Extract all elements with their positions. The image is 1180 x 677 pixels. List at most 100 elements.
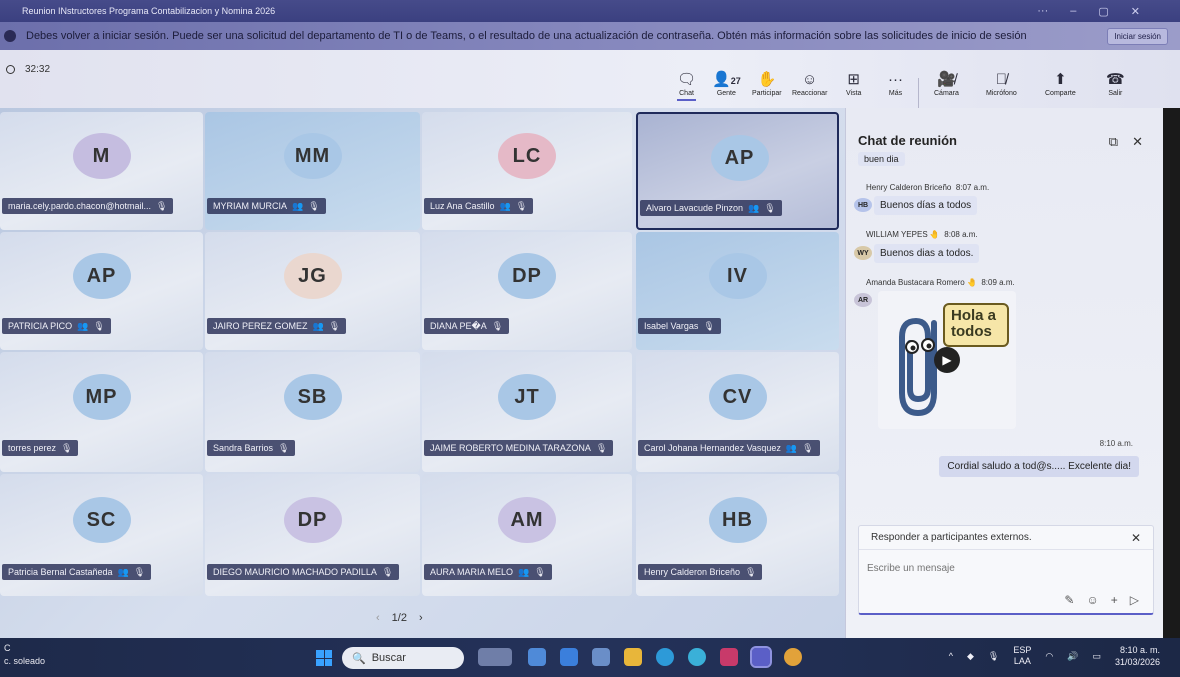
participant-name: PATRICIA PICO 👥 🎙 — [2, 318, 111, 334]
battery-icon[interactable]: ▭ — [1092, 651, 1101, 662]
file-explorer-icon[interactable] — [624, 648, 642, 666]
close-notice-icon[interactable]: ✕ — [1131, 531, 1141, 545]
avatar: WY — [854, 246, 872, 260]
avatar: M — [72, 133, 131, 179]
mic-off-icon[interactable]: 🎙 — [988, 651, 999, 662]
mic-off-icon: 🎙 — [745, 566, 757, 577]
store-icon[interactable] — [720, 648, 738, 666]
chrome-icon[interactable] — [688, 648, 706, 666]
participant-tile[interactable]: AP Alvaro Lavacude Pinzon 👥 🎙 — [636, 112, 839, 230]
volume-icon[interactable]: 🔊 — [1067, 651, 1078, 662]
app-icon[interactable] — [592, 648, 610, 666]
compose-box: Responder a participantes externos. ✕ ✎ … — [858, 525, 1154, 615]
sign-in-button[interactable]: Iniciar sesión — [1107, 27, 1168, 45]
participant-tile[interactable]: Mmaria.cely.pardo.chacon@hotmail... 🎙 — [0, 112, 203, 230]
share-button[interactable]: ⬆ Comparte — [1045, 72, 1076, 98]
participant-tile[interactable]: DP DIEGO MAURICIO MACHADO PADILLA 🎙 — [205, 474, 420, 596]
taskbar-search[interactable]: 🔍 Buscar — [342, 647, 464, 669]
app-icon[interactable] — [560, 648, 578, 666]
participant-tile[interactable]: LC Luz Ana Castillo 👥 🎙 — [422, 112, 632, 230]
system-tray: ^ ◆ 🎙 ESP LAA ◠ 🔊 ▭ 8:10 a. m. 31/03/202… — [949, 644, 1160, 668]
participant-tile[interactable]: DP DIANA PE�A 🎙 — [422, 232, 632, 350]
mic-off-icon: 🎙 — [534, 566, 546, 577]
camera-button[interactable]: 🎥̸ Cámara — [934, 72, 959, 98]
avatar: AM — [498, 497, 556, 543]
chat-panel: Chat de reunión ⧉ ✕ buen dia Henry Calde… — [845, 108, 1163, 638]
close-chat-icon[interactable]: ✕ — [1132, 134, 1143, 150]
maximize-icon[interactable]: ▢ — [1098, 5, 1108, 18]
meeting-toolbar: 32:32 🗨 Chat 👤27 Gente ✋ Participar ☺ Re… — [0, 50, 1180, 116]
participant-tile[interactable]: CV Carol Johana Hernandez Vasquez 👥 🎙 — [636, 352, 839, 472]
chevron-up-icon[interactable]: ^ — [949, 651, 953, 661]
grid-icon: ⊞ — [847, 71, 860, 88]
more-button[interactable]: ··· Más — [888, 72, 903, 98]
mic-off-icon: 🎙 — [328, 320, 341, 331]
prev-page-button[interactable]: ‹ — [376, 612, 380, 624]
chat-button[interactable]: 🗨 Chat — [677, 71, 697, 101]
format-icon[interactable]: ✎ — [1064, 593, 1074, 607]
taskview-icon[interactable] — [528, 648, 546, 666]
timer-icon — [6, 65, 15, 74]
raise-hand-button[interactable]: ✋ Participar — [752, 71, 782, 98]
more-options-icon[interactable]: ··· — [1037, 5, 1048, 18]
phone-icon: ☎ — [1106, 71, 1125, 88]
message-input[interactable] — [867, 560, 1137, 576]
participant-name: DIANA PE�A 🎙 — [424, 318, 510, 334]
gif-message[interactable]: Hola a todos ▶ — [878, 291, 1016, 429]
leave-button[interactable]: ☎ Salir — [1106, 71, 1125, 98]
hand-raised-icon: 👥 — [499, 200, 511, 211]
participant-tile[interactable]: SC Patricia Bernal Castañeda 👥 🎙 — [0, 474, 203, 596]
next-page-button[interactable]: › — [419, 612, 423, 624]
avatar: AP — [72, 253, 131, 299]
participant-tile[interactable]: MP torres perez 🎙 — [0, 352, 203, 472]
banner-message: Debes volver a iniciar sesión. Puede ser… — [26, 30, 1027, 42]
participant-tile[interactable]: AP PATRICIA PICO 👥 🎙 — [0, 232, 203, 350]
mic-off-icon: 🎙 — [802, 442, 814, 453]
avatar: DP — [498, 253, 556, 299]
clock[interactable]: 8:10 a. m. 31/03/2026 — [1115, 644, 1160, 668]
start-button[interactable] — [316, 650, 332, 666]
minimize-icon[interactable]: – — [1070, 5, 1076, 18]
smile-icon: ☺ — [802, 71, 818, 88]
widget-app-icon[interactable] — [478, 648, 512, 666]
mic-off-icon: 🎙 — [764, 202, 776, 213]
react-button[interactable]: ☺ Reaccionar — [792, 71, 827, 98]
mic-off-icon: 🎙 — [278, 442, 290, 453]
mic-off-icon: 🎙 — [133, 566, 146, 577]
close-icon[interactable]: ✕ — [1131, 5, 1140, 18]
language-indicator[interactable]: ESP LAA — [1013, 645, 1031, 667]
play-icon[interactable]: ▶ — [934, 347, 960, 373]
edge-icon[interactable] — [656, 648, 674, 666]
own-message-time: 8:10 a.m. — [1099, 439, 1133, 448]
hand-icon: ✋ — [757, 71, 777, 88]
participant-tile[interactable]: HB Henry Calderon Briceño 🎙 — [636, 474, 839, 596]
app-icon[interactable] — [784, 648, 802, 666]
avatar: AR — [854, 293, 872, 307]
message-sender: Amanda Bustacara Romero 🤚 8:09 a.m. — [866, 278, 1015, 287]
mic-button[interactable]: 🎙̸ Micrófono — [986, 72, 1017, 98]
popout-icon[interactable]: ⧉ — [1109, 134, 1118, 150]
teams-icon[interactable] — [750, 646, 772, 668]
people-button[interactable]: 👤27 Gente — [712, 71, 741, 98]
send-icon[interactable]: ▷ — [1130, 593, 1139, 607]
hand-raised-icon: 👥 — [785, 442, 798, 453]
network-icon[interactable]: ◆ — [967, 651, 974, 662]
participant-tile[interactable]: JG JAIRO PEREZ GOMEZ 👥 🎙 — [205, 232, 420, 350]
people-icon: 👤27 — [712, 71, 741, 88]
chat-title: Chat de reunión — [858, 133, 957, 148]
emoji-icon[interactable]: ☺ — [1086, 593, 1098, 607]
view-button[interactable]: ⊞ Vista — [846, 71, 861, 98]
participant-tile[interactable]: IV Isabel Vargas 🎙 — [636, 232, 839, 350]
participant-tile[interactable]: MM MYRIAM MURCIA 👥 🎙 — [205, 112, 420, 230]
weather-widget[interactable]: C c. soleado — [4, 642, 45, 668]
participant-tile[interactable]: SB Sandra Barrios 🎙 — [205, 352, 420, 472]
participant-tile[interactable]: AM AURA MARIA MELO 👥 🎙 — [422, 474, 632, 596]
own-message: Cordial saludo a tod@s..... Excelente di… — [939, 456, 1139, 477]
avatar: MP — [72, 374, 131, 420]
add-icon[interactable]: + — [1111, 593, 1118, 607]
chat-icon: 🗨 — [677, 71, 697, 88]
participant-tile[interactable]: JT JAIME ROBERTO MEDINA TARAZONA 🎙 — [422, 352, 632, 472]
wifi-icon[interactable]: ◠ — [1045, 651, 1053, 662]
window-title: Reunion INstructores Programa Contabiliz… — [22, 6, 276, 16]
chat-message: Buenos dias a todos. — [874, 244, 980, 263]
